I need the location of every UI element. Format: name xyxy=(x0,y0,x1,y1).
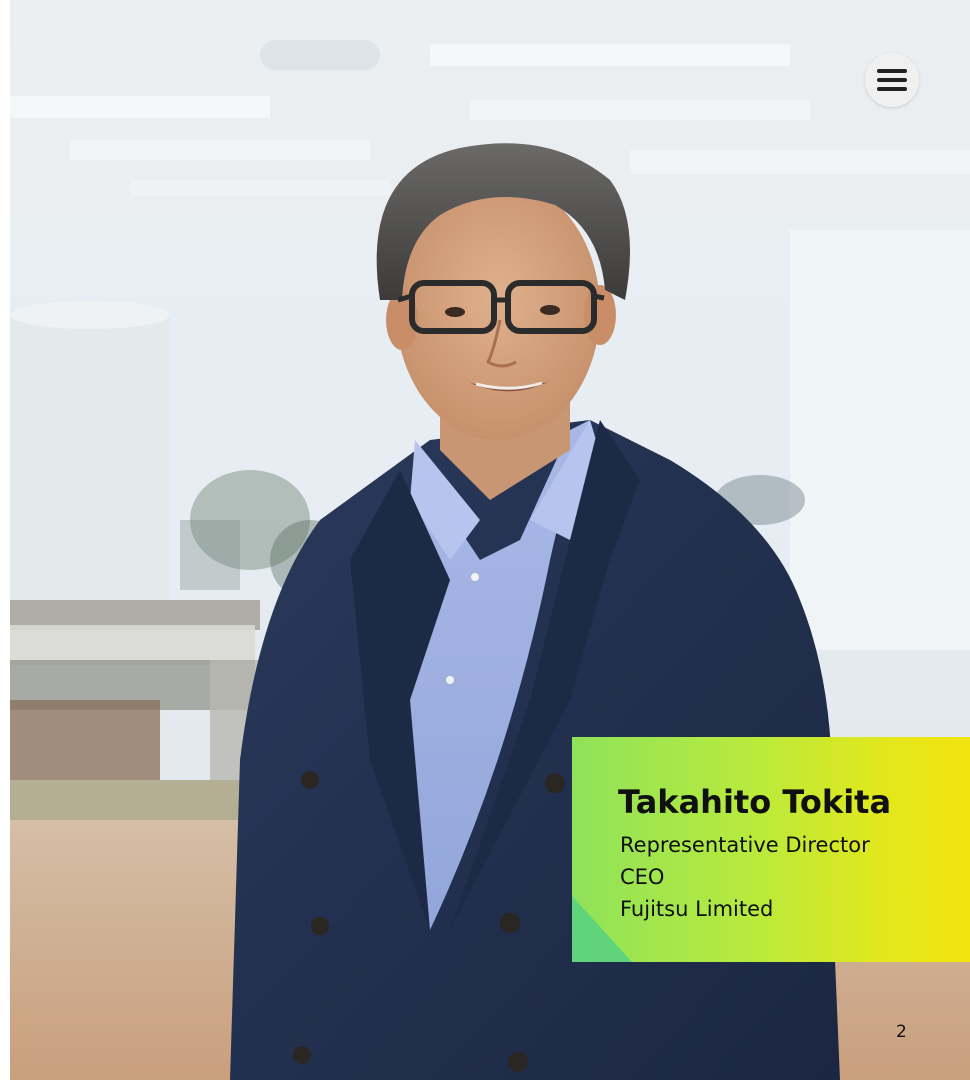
page: Takahito Tokita Representative Director … xyxy=(0,0,970,1080)
hamburger-menu-icon xyxy=(877,69,907,91)
profile-title-line-1: Representative Director xyxy=(620,833,870,857)
hamburger-menu-button[interactable] xyxy=(865,53,919,107)
profile-name-card: Takahito Tokita Representative Director … xyxy=(572,737,970,962)
profile-title-line-2: CEO xyxy=(620,865,665,889)
profile-name: Takahito Tokita xyxy=(618,783,892,821)
profile-title-line-3: Fujitsu Limited xyxy=(620,897,774,921)
page-number: 2 xyxy=(896,1022,907,1042)
